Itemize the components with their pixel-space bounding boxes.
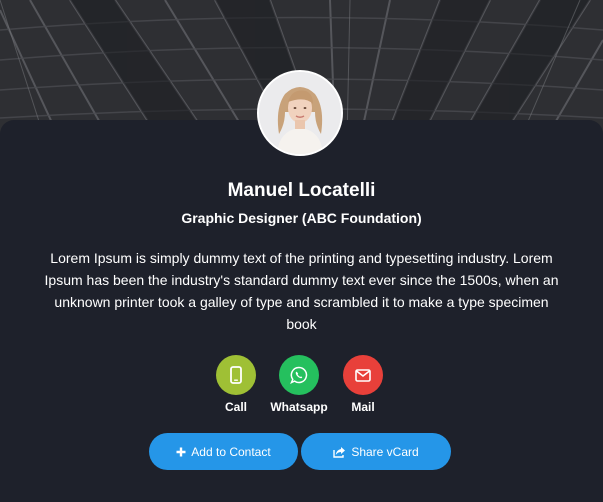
profile-bio: Lorem Ipsum is simply dummy text of the … [44, 250, 559, 332]
mail-action[interactable]: Mail [323, 355, 403, 414]
whatsapp-circle[interactable] [279, 355, 319, 395]
mail-circle[interactable] [343, 355, 383, 395]
plus-icon [176, 447, 186, 457]
add-to-contact-label: Add to Contact [191, 444, 271, 459]
profile-name: Manuel Locatelli [227, 180, 376, 201]
contact-actions: Call Whatsapp Mail [0, 355, 603, 415]
profile-page: Manuel Locatelli Graphic Designer (ABC F… [0, 0, 603, 502]
avatar [257, 70, 343, 156]
share-vcard-button[interactable]: Share vCard [301, 433, 451, 470]
profile-title: Graphic Designer (ABC Foundation) [181, 210, 422, 226]
card-buttons: Add to Contact Share vCard [0, 433, 603, 471]
phone-icon [230, 366, 242, 384]
share-icon [333, 446, 346, 458]
profile-photo [259, 72, 341, 154]
share-vcard-label: Share vCard [351, 444, 419, 459]
add-to-contact-button[interactable]: Add to Contact [149, 433, 298, 470]
whatsapp-icon [290, 366, 308, 384]
mail-label: Mail [351, 400, 375, 414]
call-circle[interactable] [216, 355, 256, 395]
mail-icon [355, 368, 371, 382]
